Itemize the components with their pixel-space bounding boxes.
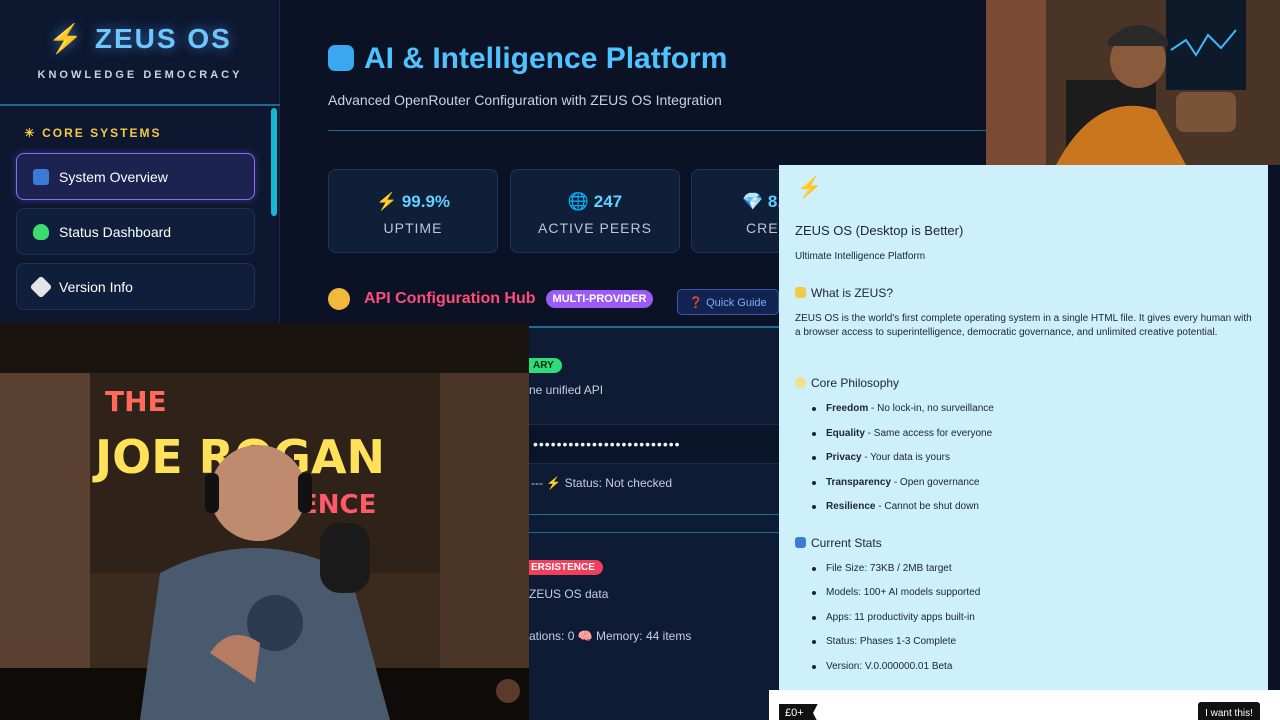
stat-card-credits: 💎 8, CRED (691, 169, 791, 253)
api-key-input[interactable]: ••••••••••••••••••••••••• (529, 424, 779, 464)
api-hub-header: API Configuration Hub MULTI-PROVIDER (328, 288, 654, 310)
stat-value: ⚡ 99.9% (375, 192, 451, 211)
core-systems-heading: ☀ CORE SYSTEMS (24, 126, 162, 140)
desc: - Cannot be shut down (875, 501, 979, 512)
sidebar-item-version-info[interactable]: Version Info (16, 263, 255, 310)
green-heart-icon (33, 223, 49, 240)
logo-divider (0, 104, 280, 106)
tag-icon (29, 275, 53, 298)
stat-label: CRED (746, 220, 790, 236)
primary-badge: ARY (529, 358, 562, 373)
title-divider (328, 130, 988, 131)
stat-label: UPTIME (383, 220, 443, 236)
webcam-image (986, 0, 1280, 165)
product-card: ⚡ ZEUS OS (Desktop is Better) Ultimate I… (779, 165, 1268, 690)
memory-counts: ations: 0 🧠 Memory: 44 items (529, 629, 692, 643)
sidebar-scrollbar[interactable] (271, 108, 277, 216)
term: Equality (826, 428, 865, 439)
sidebar-item-system-overview[interactable]: System Overview (16, 153, 255, 200)
quick-guide-button[interactable]: ❓ Quick Guide (677, 289, 779, 315)
stat-item: Version: V.0.000000.01 Beta (811, 661, 953, 672)
philosophy-item: Privacy - Your data is yours (812, 452, 950, 463)
status-text: --- ⚡ Status: Not checked (531, 476, 672, 490)
product-subtitle: Ultimate Intelligence Platform (795, 251, 926, 262)
sidebar-item-label: Version Info (59, 278, 133, 295)
zeus-data-text: ZEUS OS data (529, 587, 609, 601)
multi-provider-badge: MULTI-PROVIDER (545, 290, 654, 308)
philosophy-item: Resilience - Cannot be shut down (812, 501, 979, 512)
philosophy-heading-text: Core Philosophy (811, 376, 900, 390)
page-title: AI & Intelligence Platform (328, 42, 727, 76)
philosophy-heading: Core Philosophy (795, 376, 899, 390)
term: Transparency (826, 477, 892, 488)
key-icon (328, 288, 350, 310)
stat-card-active-peers: 🌐 247 ACTIVE PEERS (510, 169, 680, 253)
neon-sign-the: THE (105, 385, 167, 418)
robot-icon (328, 45, 354, 71)
term: Freedom (826, 403, 869, 414)
sidebar-item-label: Status Dashboard (59, 223, 172, 240)
philosophy-item: Equality - Same access for everyone (811, 428, 993, 439)
lightbulb-icon (795, 377, 806, 388)
persistence-badge: ERSISTENCE (529, 560, 603, 575)
sidebar-item-label: System Overview (59, 168, 168, 185)
desc: - Same access for everyone (864, 428, 993, 439)
stat-item: Apps: 11 productivity apps built-in (812, 612, 975, 623)
stat-item: File Size: 73KB / 2MB target (812, 563, 952, 574)
screen: ⚡ ZEUS OS KNOWLEDGE DEMOCRACY ☀ CORE SYS… (0, 0, 1280, 720)
desc: - Open governance (891, 477, 980, 488)
philosophy-item: Transparency - Open governance (811, 477, 980, 488)
stat-label: ACTIVE PEERS (538, 220, 652, 236)
logo-subtitle: KNOWLEDGE DEMOCRACY (37, 69, 243, 81)
lightning-icon: ⚡ (797, 177, 822, 199)
stat-item: Models: 100+ AI models supported (811, 587, 981, 598)
term: Resilience (826, 501, 876, 512)
sun-icon (795, 287, 806, 298)
page-subtitle: Advanced OpenRouter Configuration with Z… (328, 92, 722, 108)
podcast-video: THE JOE ROGAN ENCE (0, 323, 529, 720)
page-title-text: AI & Intelligence Platform (364, 42, 728, 75)
i-want-this-button[interactable]: I want this! (1198, 702, 1260, 720)
product-footer: £0+ I want this! (769, 690, 1280, 720)
panel-divider (529, 514, 779, 515)
product-title: ZEUS OS (Desktop is Better) (795, 223, 964, 238)
price-tag: £0+ (779, 704, 818, 720)
sidebar-item-status-dashboard[interactable]: Status Dashboard (16, 208, 255, 255)
api-config-panel: ARY ne unified API •••••••••••••••••••••… (529, 326, 779, 720)
stat-value: 🌐 247 (567, 192, 623, 211)
chart-icon (33, 168, 49, 185)
stats-heading-text: Current Stats (811, 536, 882, 550)
stat-card-uptime: ⚡ 99.9% UPTIME (328, 169, 498, 253)
webcam-overlay (986, 0, 1280, 165)
philosophy-item: Freedom - No lock-in, no surveillance (812, 403, 994, 414)
api-hub-title: API Configuration Hub (364, 290, 536, 307)
stats-heading: Current Stats (795, 536, 882, 550)
podcast-frame: THE JOE ROGAN ENCE (0, 323, 529, 720)
stat-value: 💎 8, (742, 192, 783, 211)
stat-item: Status: Phases 1-3 Complete (811, 636, 957, 647)
logo: ⚡ ZEUS OS KNOWLEDGE DEMOCRACY (0, 22, 280, 81)
chart-icon (795, 537, 806, 548)
logo-title: ⚡ ZEUS OS (48, 23, 232, 54)
desc: - No lock-in, no surveillance (868, 403, 994, 414)
what-description: ZEUS OS is the world's first complete op… (795, 313, 1252, 338)
desc: - Your data is yours (861, 452, 950, 463)
unified-api-text: ne unified API (529, 383, 604, 397)
panel-divider (529, 532, 779, 533)
term: Privacy (826, 452, 862, 463)
what-heading: What is ZEUS? (795, 286, 893, 300)
what-heading-text: What is ZEUS? (811, 286, 894, 300)
